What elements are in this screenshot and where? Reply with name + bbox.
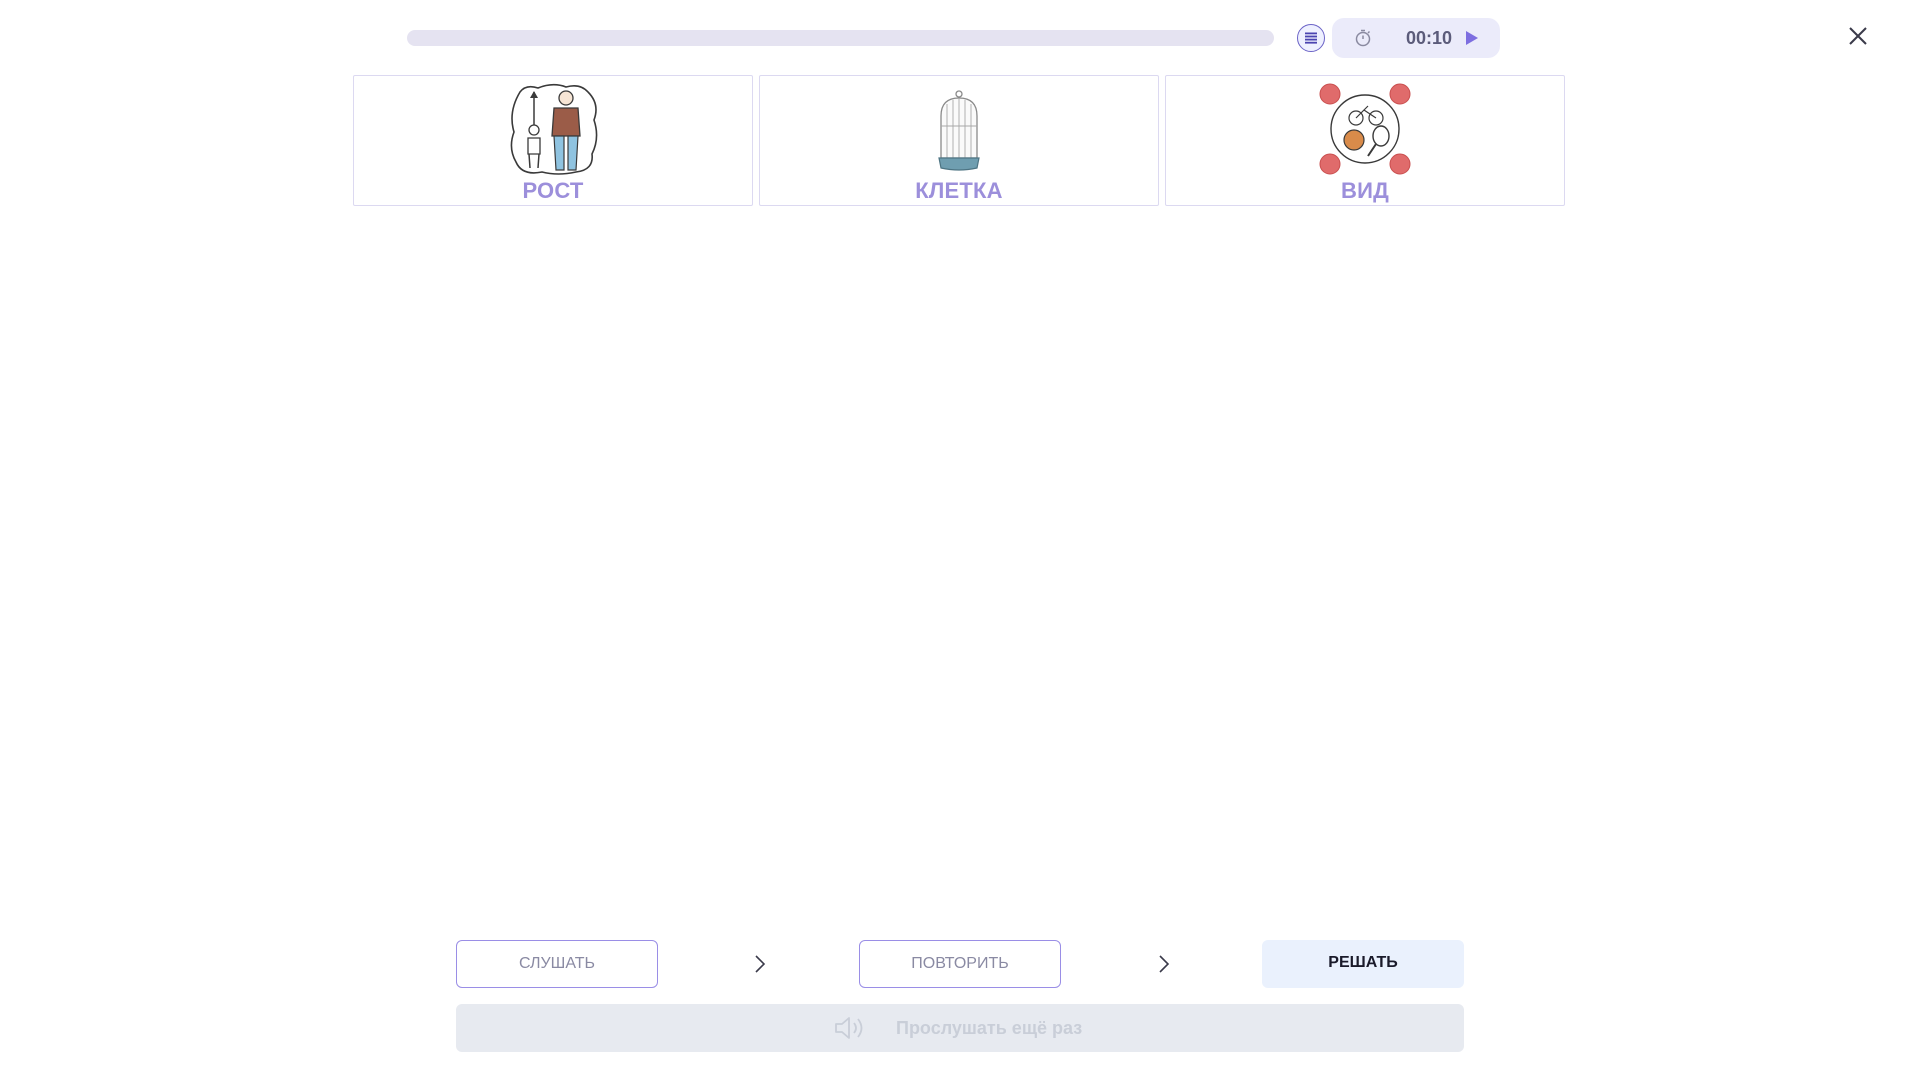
step-buttons: СЛУШАТЬ ПОВТОРИТЬ РЕШАТЬ: [456, 940, 1464, 988]
card-vid[interactable]: ВИД: [1165, 75, 1565, 206]
sports-kinds-picture: [1319, 83, 1411, 175]
stopwatch-icon: [1355, 29, 1371, 47]
list-icon[interactable]: [1297, 24, 1325, 52]
birdcage-picture: [938, 90, 980, 171]
height-growth-picture: [510, 83, 598, 175]
play-icon[interactable]: [1462, 29, 1480, 47]
close-icon[interactable]: [1846, 24, 1870, 48]
word-cards: РОСТ КЛЕТКА ВИД: [353, 75, 1567, 208]
replay-label: Прослушать ещё раз: [896, 1018, 1083, 1038]
timer-value: 00:10: [1405, 28, 1453, 48]
card-label: ВИД: [1341, 178, 1389, 203]
card-kletka[interactable]: КЛЕТКА: [759, 75, 1159, 206]
speaker-icon: [835, 1017, 863, 1039]
card-rost[interactable]: РОСТ: [353, 75, 753, 206]
listen-button[interactable]: СЛУШАТЬ: [456, 940, 658, 988]
top-bar: 00:10: [0, 0, 1920, 76]
replay-button[interactable]: Прослушать ещё раз: [456, 1004, 1464, 1052]
timer: 00:10: [1332, 18, 1500, 58]
card-label: КЛЕТКА: [915, 178, 1003, 203]
repeat-button[interactable]: ПОВТОРИТЬ: [859, 940, 1061, 988]
progress-bar: [407, 30, 1274, 46]
chevron-right-icon: [1159, 955, 1170, 973]
solve-button[interactable]: РЕШАТЬ: [1262, 940, 1464, 988]
chevron-right-icon: [755, 955, 766, 973]
card-label: РОСТ: [522, 178, 584, 203]
